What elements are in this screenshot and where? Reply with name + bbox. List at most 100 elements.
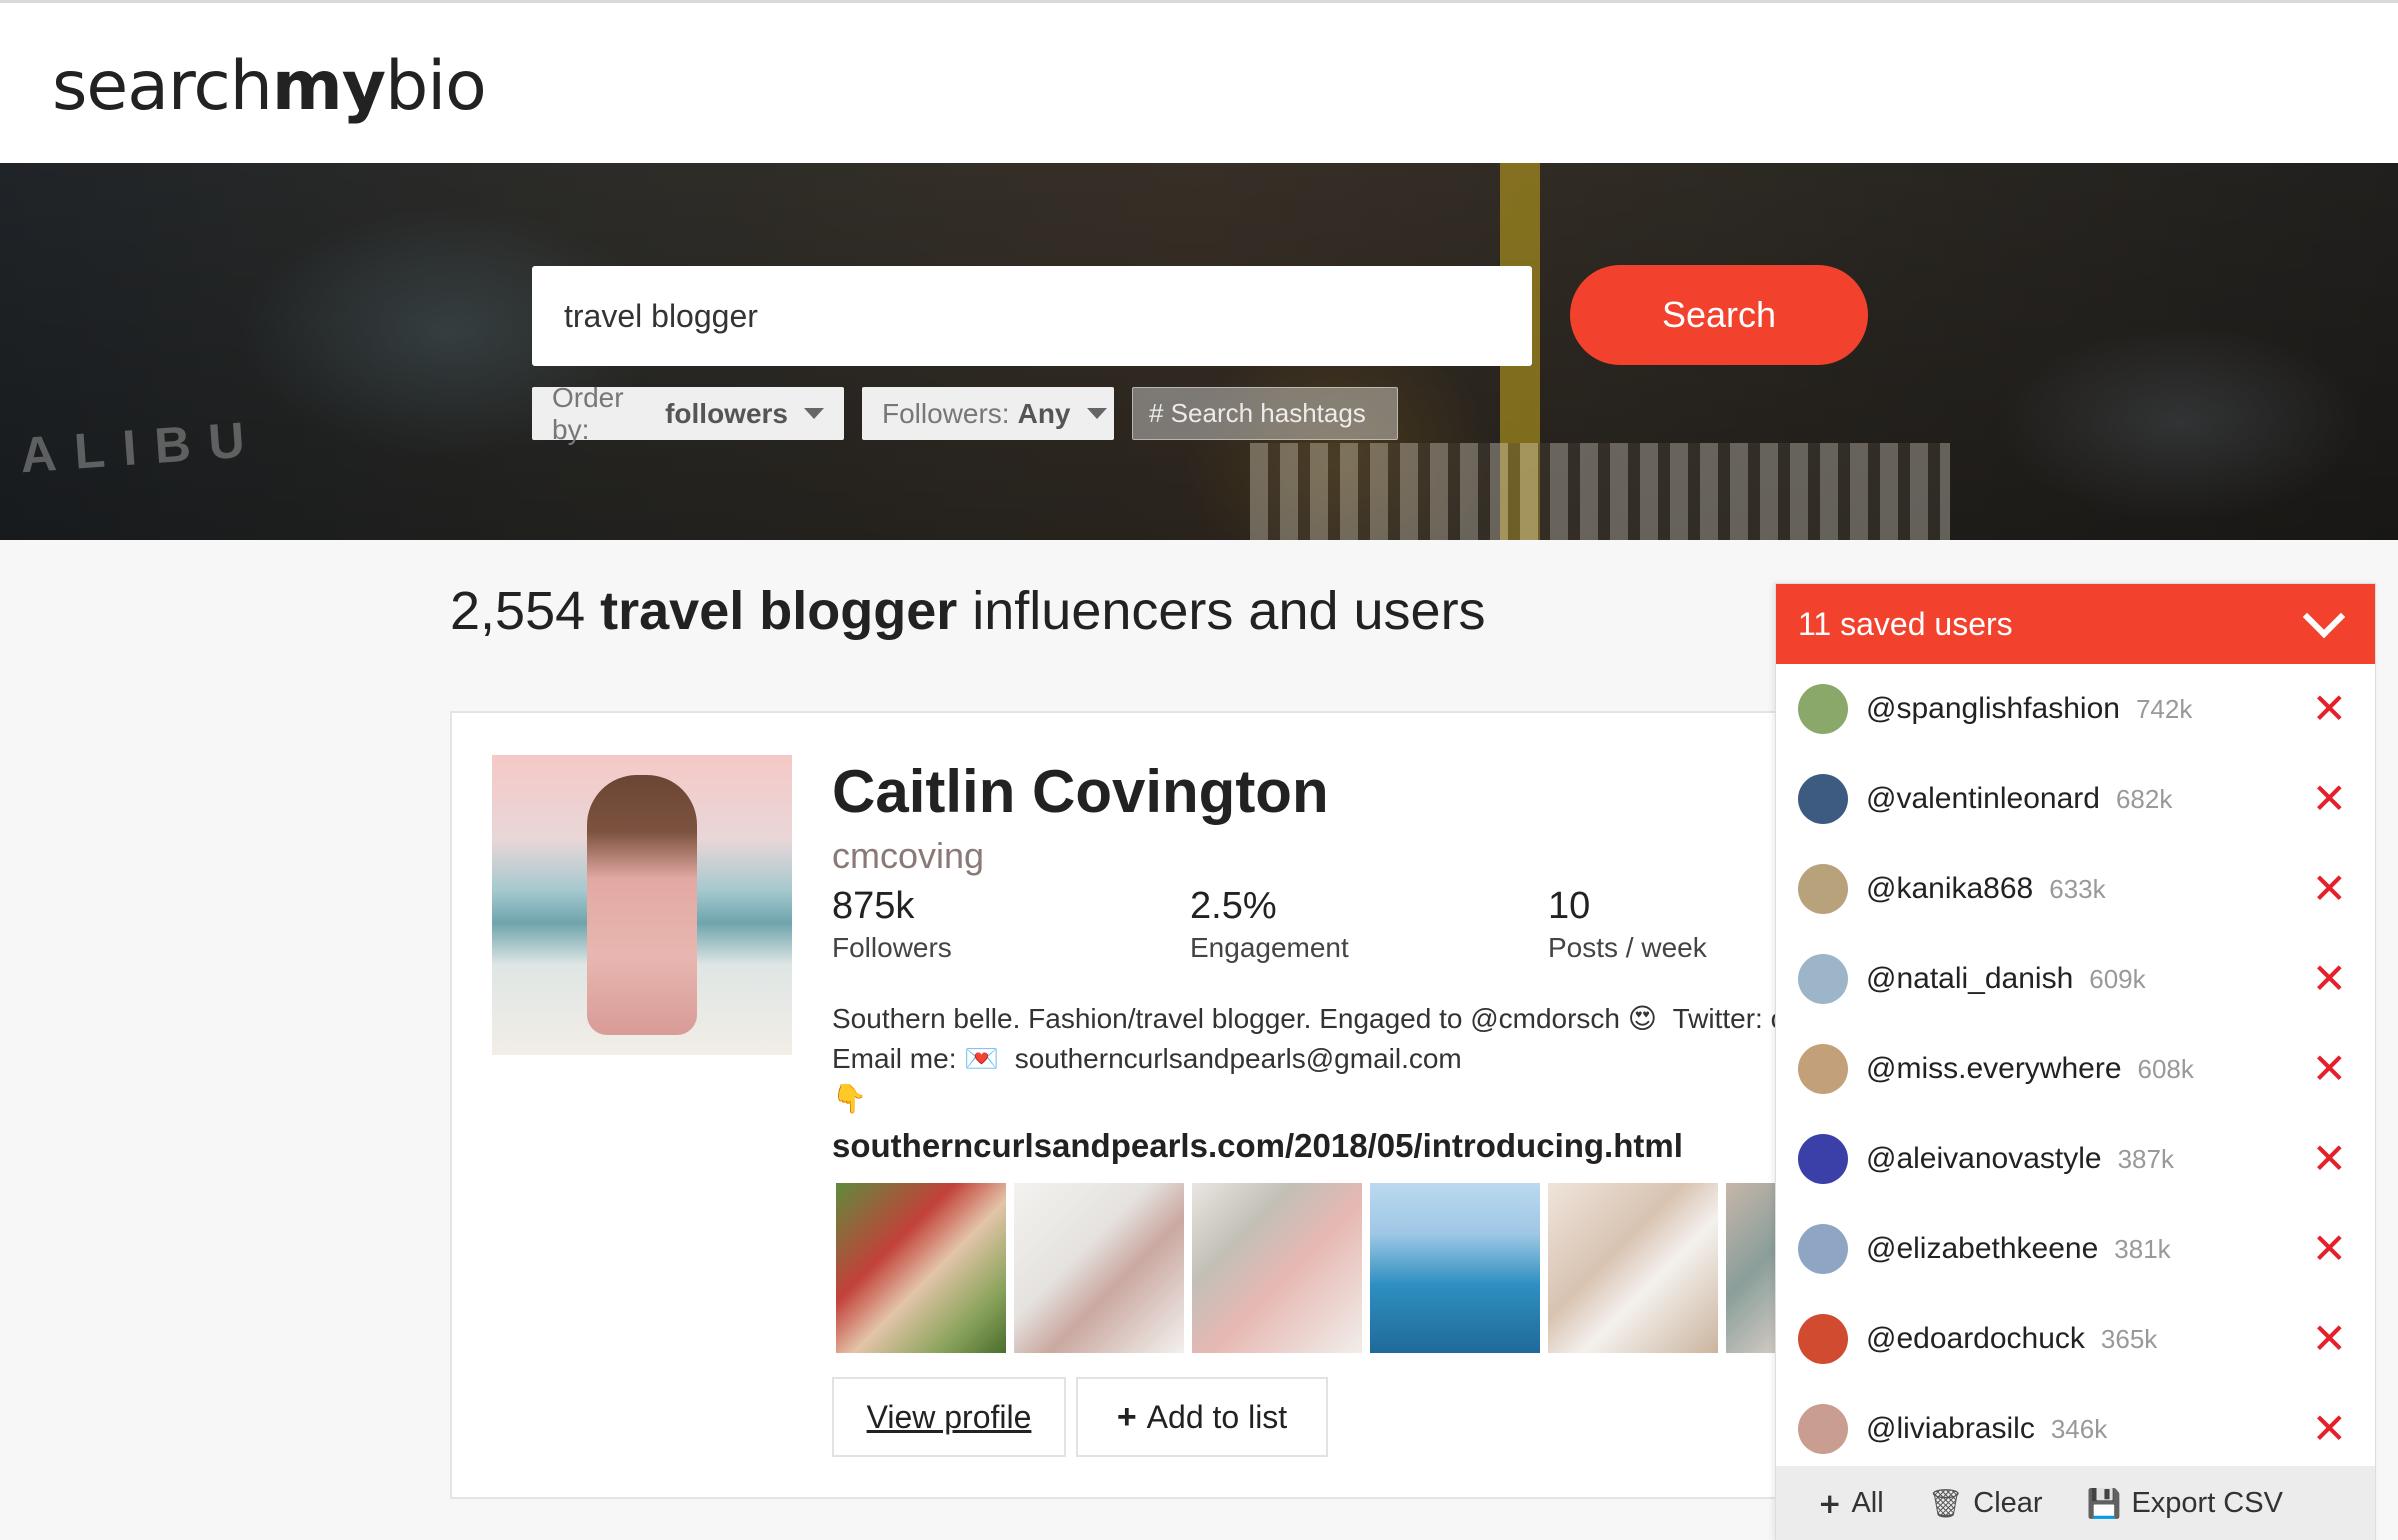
saved-user-row[interactable]: @aleivanovastyle 387k ✕ [1776,1114,2375,1204]
close-icon[interactable]: ✕ [2312,1228,2347,1270]
saved-username: @edoardochuck [1866,1322,2085,1355]
results-heading: 2,554 travel blogger influencers and use… [450,580,1486,642]
add-to-list-label: Add to list [1146,1398,1288,1435]
close-icon[interactable]: ✕ [2312,1318,2347,1360]
saved-username: @aleivanovastyle [1866,1142,2102,1175]
top-bar: searchmybio [0,0,2398,163]
saved-username: @natali_danish [1866,962,2074,995]
saved-users-title: 11 saved users [1798,605,2013,642]
close-icon[interactable]: ✕ [2312,778,2347,820]
saved-users-footer: + All 🗑 Clear 💾 Export CSV [1776,1466,2375,1540]
saved-user-row[interactable]: @kanika868 633k ✕ [1776,844,2375,934]
saved-user-row[interactable]: @elizabethkeene 381k ✕ [1776,1204,2375,1294]
trash-icon: 🗑 [1927,1487,1964,1520]
saved-user-row[interactable]: @miss.everywhere 608k ✕ [1776,1024,2375,1114]
avatar [1798,684,1848,734]
saved-username: @miss.everywhere [1866,1052,2122,1085]
close-icon[interactable]: ✕ [2312,688,2347,730]
stat-posts-per-week: 10 Posts / week [1548,885,1707,964]
stat-label: Followers [832,932,952,963]
avatar [1798,1314,1848,1364]
saved-follower-count: 682k [2115,783,2173,814]
results-count: 2,554 [450,581,586,641]
stat-value: 10 [1548,885,1591,927]
followers-filter-label: Followers: [882,397,1010,429]
close-icon[interactable]: ✕ [2312,1048,2347,1090]
post-thumbnail[interactable] [1192,1183,1362,1353]
profile-photo-figure [587,775,697,1035]
plus-icon: + [1818,1487,1842,1520]
love-letter-emoji-icon: 💌 [964,1042,1000,1075]
stat-followers: 875k Followers [832,885,952,964]
profile-bio: Southern belle. Fashion/travel blogger. … [832,999,1788,1119]
export-csv-button[interactable]: 💾 Export CSV [2087,1487,2283,1520]
bio-text: Southern belle. Fashion/travel blogger. … [832,1003,1621,1034]
bio-text: Email me: [832,1043,957,1074]
avatar [1798,1044,1848,1094]
profile-handle: cmcoving [832,835,985,876]
profile-photo[interactable] [492,755,792,1055]
followers-filter-value: Any [1017,397,1071,429]
close-icon[interactable]: ✕ [2312,958,2347,1000]
saved-user-row[interactable]: @valentinleonard 682k ✕ [1776,754,2375,844]
avatar [1798,1404,1848,1454]
plus-icon: + [1116,1397,1137,1436]
stat-value: 2.5% [1190,885,1277,927]
clear-button[interactable]: 🗑 Clear [1928,1487,2043,1520]
view-profile-button[interactable]: View profile [832,1377,1066,1457]
saved-username: @kanika868 [1866,872,2034,905]
profile-card: Caitlin Covington cmcoving 875k Follower… [450,711,1790,1499]
saved-user-row[interactable]: @edoardochuck 365k ✕ [1776,1294,2375,1384]
post-thumbnail[interactable] [1548,1183,1718,1353]
add-to-list-button[interactable]: + Add to list [1076,1377,1328,1457]
saved-username: @spanglishfashion [1866,692,2120,725]
bio-email: southerncurlsandpearls@gmail.com [1014,1043,1462,1074]
order-by-dropdown[interactable]: Order by: followers [532,382,844,445]
saved-username: @valentinleonard [1866,782,2100,815]
saved-username: @elizabethkeene [1866,1232,2099,1265]
stat-engagement: 2.5% Engagement [1190,885,1349,964]
post-thumbnail[interactable] [1370,1183,1540,1353]
clear-label: Clear [1973,1487,2043,1519]
post-thumbnail[interactable] [1014,1183,1184,1353]
profile-website-link[interactable]: southerncurlsandpearls.com/2018/05/intro… [832,1127,1683,1165]
order-by-value: followers [665,397,788,429]
avatar [1798,1224,1848,1274]
pointing-down-emoji-icon: 👇 [832,1082,867,1115]
saved-follower-count: 381k [2114,1233,2171,1264]
logo[interactable]: searchmybio [52,47,487,126]
saved-users-panel: 11 saved users @spanglishfashion 742k ✕ … [1775,583,2376,1540]
saved-users-header[interactable]: 11 saved users [1776,584,2375,664]
search-input[interactable] [532,266,1532,366]
results-term: travel blogger [600,581,958,641]
close-icon[interactable]: ✕ [2312,1138,2347,1180]
saved-user-row[interactable]: @liviabrasilc 346k ✕ [1776,1384,2375,1474]
saved-user-row[interactable]: @natali_danish 609k ✕ [1776,934,2375,1024]
bio-text: Twitter: c [1672,1003,1785,1034]
export-csv-label: Export CSV [2131,1487,2283,1519]
saved-follower-count: 608k [2137,1053,2194,1084]
stat-value: 875k [832,885,915,927]
add-all-button[interactable]: + All [1818,1487,1884,1520]
hero-decoration [1250,443,1950,540]
saved-follower-count: 633k [2049,873,2106,904]
close-icon[interactable]: ✕ [2312,1408,2347,1450]
chevron-down-icon[interactable] [2302,595,2346,639]
caret-down-icon [1086,408,1107,419]
heart-eyes-emoji-icon: 😍 [1627,1002,1657,1035]
avatar [1798,864,1848,914]
saved-follower-count: 742k [2135,693,2193,724]
results-suffix: influencers and users [972,581,1486,641]
stat-label: Posts / week [1548,932,1707,963]
add-all-label: All [1851,1487,1884,1519]
close-icon[interactable]: ✕ [2312,868,2347,910]
search-button[interactable]: Search [1570,265,1868,365]
saved-follower-count: 365k [2100,1323,2158,1354]
saved-follower-count: 609k [2089,963,2146,994]
hashtag-search-input[interactable] [1132,387,1398,440]
post-thumbnail[interactable] [836,1183,1006,1353]
followers-dropdown[interactable]: Followers: Any [862,387,1114,440]
avatar [1798,1134,1848,1184]
caret-down-icon [804,408,824,419]
saved-user-row[interactable]: @spanglishfashion 742k ✕ [1776,664,2375,754]
